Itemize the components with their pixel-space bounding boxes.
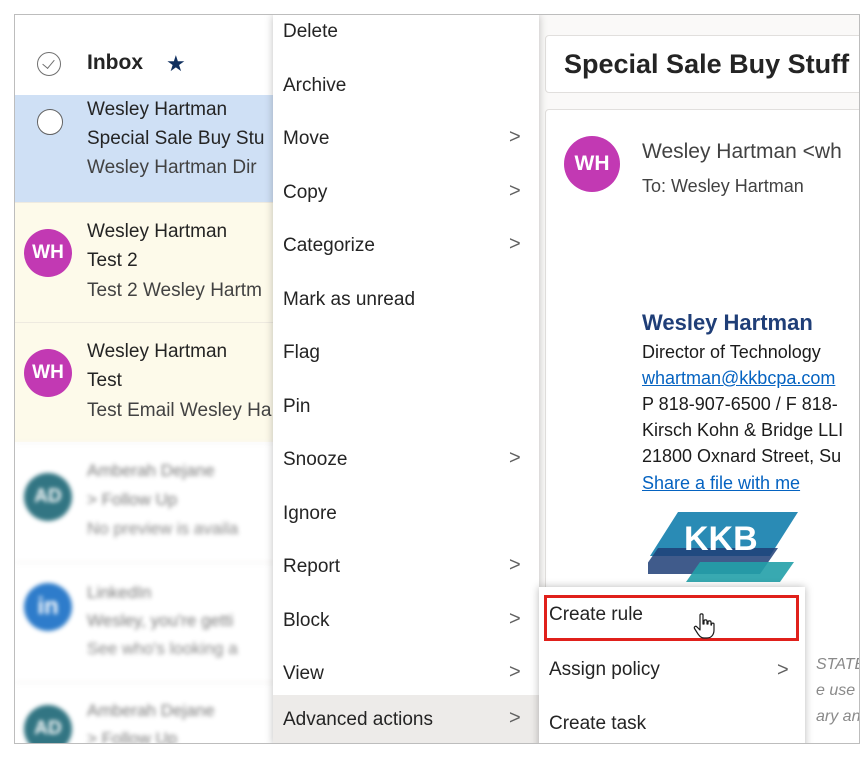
menu-item-create-task[interactable]: Create task	[539, 699, 805, 743]
row-sender: Wesley Hartman	[87, 341, 228, 362]
disclaimer-line: ary and	[816, 708, 860, 725]
highlight-box	[544, 595, 799, 641]
row-sender: Wesley Hartman	[87, 221, 228, 242]
menu-item-block[interactable]: Block >	[273, 596, 539, 649]
menu-item-pin[interactable]: Pin	[273, 382, 539, 435]
row-preview: Wesley Hartman Dir	[87, 157, 257, 178]
menu-item-label: Categorize	[283, 235, 375, 256]
message-row[interactable]: in LinkedIn Wesley, you're getti See who…	[15, 562, 285, 682]
menu-item-ignore[interactable]: Ignore	[273, 489, 539, 542]
row-subject: Test	[87, 370, 122, 391]
menu-item-label: Snooze	[283, 449, 348, 470]
star-icon[interactable]: ★	[166, 51, 186, 77]
subject-bar: Special Sale Buy Stuff	[545, 35, 859, 93]
chevron-right-icon: >	[509, 180, 521, 202]
row-select-checkbox[interactable]	[37, 109, 63, 135]
menu-item-label: View	[283, 663, 324, 684]
email-subject: Special Sale Buy Stuff	[564, 49, 850, 79]
signature-title: Director of Technology	[642, 342, 821, 362]
menu-item-label: Pin	[283, 396, 311, 417]
signature-address: 21800 Oxnard Street, Su	[642, 446, 842, 466]
menu-item-delete[interactable]: Delete	[273, 15, 539, 60]
linkedin-avatar: in	[24, 583, 72, 631]
signature-name: Wesley Hartman	[642, 310, 813, 335]
row-subject: Test 2	[87, 250, 138, 271]
message-row[interactable]: Wesley Hartman Special Sale Buy Stu Wesl…	[15, 95, 285, 202]
message-row[interactable]: WH Wesley Hartman Test 2 Test 2 Wesley H…	[15, 202, 285, 322]
row-subject: > Follow Up	[87, 490, 178, 509]
menu-item-label: Delete	[283, 21, 338, 42]
menu-item-label: Move	[283, 128, 330, 149]
avatar: WH	[24, 349, 72, 397]
menu-item-label: Block	[283, 610, 330, 631]
menu-item-flag[interactable]: Flag	[273, 328, 539, 381]
menu-item-label: Mark as unread	[283, 289, 416, 310]
row-sender: LinkedIn	[87, 583, 152, 602]
svg-text:KKB: KKB	[684, 520, 758, 558]
message-row[interactable]: WH Wesley Hartman Test Test Email Wesley…	[15, 322, 285, 442]
chevron-right-icon: >	[509, 608, 521, 630]
menu-item-label: Assign policy	[549, 659, 660, 680]
row-sender: Wesley Hartman	[87, 99, 228, 120]
row-sender: Amberah Dejane	[87, 461, 215, 480]
row-subject: Wesley, you're getti	[87, 611, 234, 630]
row-subject: > Follow Up	[87, 729, 178, 744]
row-subject: Special Sale Buy Stu	[87, 128, 265, 149]
menu-item-create-rule[interactable]: Create rule	[539, 587, 805, 641]
message-row[interactable]: AD Amberah Dejane > Follow Up No preview…	[15, 442, 285, 562]
row-preview: Test Email Wesley Ha	[87, 400, 272, 421]
row-preview: No preview is availa	[87, 519, 239, 538]
menu-item-copy[interactable]: Copy >	[273, 168, 539, 221]
context-menu: Delete Archive Move > Copy > Categorize > M…	[273, 15, 539, 743]
menu-item-label: Report	[283, 556, 341, 577]
signature-phone: P 818-907-6500 / F 818-	[642, 394, 838, 414]
message-row[interactable]: AD Amberah Dejane > Follow Up	[15, 682, 285, 744]
menu-item-assign-policy[interactable]: Assign policy >	[539, 645, 805, 698]
menu-item-mark-unread[interactable]: Mark as unread	[273, 275, 539, 328]
menu-item-archive[interactable]: Archive	[273, 61, 539, 114]
disclaimer-line: e use o	[816, 682, 859, 699]
menu-item-label: Ignore	[283, 503, 337, 524]
avatar: AD	[24, 473, 72, 521]
menu-item-label: Advanced actions	[283, 709, 433, 730]
chevron-right-icon: >	[509, 233, 521, 255]
chevron-right-icon: >	[509, 661, 521, 683]
avatar: AD	[24, 705, 72, 743]
row-preview: See who's looking a	[87, 639, 238, 658]
chevron-right-icon: >	[509, 447, 521, 469]
row-sender: Amberah Dejane	[87, 701, 215, 720]
signature-email-link[interactable]: whartman@kkbcpa.com	[642, 368, 835, 389]
menu-item-label: Archive	[283, 75, 347, 96]
menu-item-label: Copy	[283, 182, 328, 203]
menu-item-label: Flag	[283, 342, 320, 363]
menu-item-move[interactable]: Move >	[273, 114, 539, 167]
list-header: Inbox ★	[15, 15, 285, 95]
share-file-link[interactable]: Share a file with me	[642, 473, 800, 494]
chevron-right-icon: >	[509, 707, 521, 729]
menu-item-snooze[interactable]: Snooze >	[273, 435, 539, 488]
disclaimer-line: STATE	[816, 656, 859, 673]
outlook-window: Inbox ★ Wesley Hartman Special Sale Buy …	[14, 14, 860, 744]
chevron-right-icon: >	[509, 126, 521, 148]
advanced-actions-submenu: Create rule Assign policy > Create task	[539, 587, 805, 743]
chevron-right-icon: >	[777, 659, 789, 681]
menu-item-categorize[interactable]: Categorize >	[273, 221, 539, 274]
menu-item-label: Create task	[549, 713, 647, 734]
recipient-line: To: Wesley Hartman	[642, 176, 804, 196]
chevron-right-icon: >	[509, 554, 521, 576]
menu-item-report[interactable]: Report >	[273, 542, 539, 595]
kkb-logo: KKB	[648, 512, 798, 582]
hand-pointer-icon	[693, 613, 715, 639]
folder-title: Inbox	[87, 51, 143, 74]
signature-company: Kirsch Kohn & Bridge LLI	[642, 420, 844, 440]
select-all-checkbox[interactable]	[37, 52, 61, 76]
menu-item-advanced-actions[interactable]: Advanced actions >	[273, 695, 539, 743]
avatar: WH	[24, 229, 72, 277]
row-preview: Test 2 Wesley Hartm	[87, 280, 262, 301]
message-list: Inbox ★ Wesley Hartman Special Sale Buy …	[15, 15, 285, 744]
sender-avatar[interactable]: WH	[564, 136, 620, 192]
sender-name[interactable]: Wesley Hartman <wh	[642, 140, 842, 164]
